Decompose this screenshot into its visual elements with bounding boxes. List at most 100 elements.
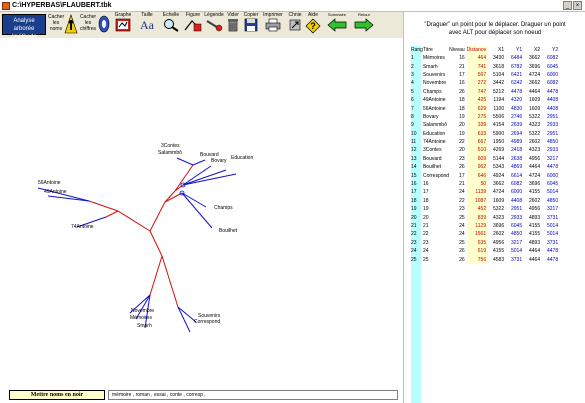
graph-button[interactable]: Graphe — [112, 12, 134, 32]
leaf-label-salammbo[interactable]: Salammbô — [158, 150, 182, 156]
cell-x2: 4956 — [529, 206, 541, 213]
table-row[interactable]: 14 Bouilhet 26 962 5343 4869 4464 4478 — [411, 163, 560, 172]
leaf-edges — [37, 157, 237, 333]
table-row[interactable]: 12 3Contes 20 510 4269 2418 4323 2933 — [411, 146, 560, 155]
hide-names-label: Cacher les noms — [48, 14, 65, 32]
back-button[interactable]: Retour — [352, 12, 376, 32]
analyse-method-button[interactable]: Analyse arborée (méthode Luong) — [2, 14, 46, 48]
leaf-edge[interactable] — [47, 195, 90, 202]
leaf-label-bouilhet[interactable]: Bouilhet — [219, 228, 238, 234]
leaf-label-champs[interactable]: Champs — [214, 205, 233, 211]
internal-edge[interactable] — [164, 192, 183, 203]
cell-x2: 4464 — [529, 248, 541, 255]
leaf-label-74antoine[interactable]: 74Antoine — [71, 224, 94, 230]
leaf-label-56antoine[interactable]: 56Antoine — [38, 180, 61, 186]
table-row[interactable]: 19 19 23 452 5322 2951 4956 3217 — [411, 205, 560, 214]
leaf-edge[interactable] — [177, 306, 191, 333]
graph-icon — [115, 18, 131, 32]
cell-y2: 6045 — [547, 63, 559, 70]
cell-title: 3Contes — [422, 147, 442, 154]
hide-numbers-button[interactable]: Cacher les chiffres — [78, 14, 98, 32]
clear-button[interactable]: Vider — [225, 12, 241, 32]
leaf-label-education[interactable]: Education — [231, 155, 253, 161]
internal-edge[interactable] — [88, 200, 119, 212]
genre-status-field[interactable]: mémoire , roman , essai , conte , corres… — [108, 390, 398, 400]
data-table-container[interactable]: Rang Titre Niveau Distance X1 Y1 X2 Y2 1 Mémoire… — [411, 46, 585, 403]
internal-edge[interactable] — [117, 210, 151, 232]
table-row[interactable]: 16 16 21 50 3662 6082 3696 6045 — [411, 179, 560, 189]
cell-distance: 619 — [466, 246, 489, 256]
table-row[interactable]: 17 17 24 1139 4724 6000 4155 5014 — [411, 188, 560, 197]
table-row[interactable]: 6 49Antoine 18 425 1194 4320 1609 4408 — [411, 95, 560, 105]
table-row[interactable]: 9 Salammbô 20 339 4154 2639 4323 2933 — [411, 121, 560, 130]
figure-button[interactable]: Figure — [183, 12, 203, 32]
table-row[interactable]: 23 23 25 635 4956 3217 4893 3731 — [411, 238, 560, 247]
table-row[interactable]: 20 20 25 839 4323 2933 4893 3731 — [411, 213, 560, 222]
copy-button[interactable]: Copier — [241, 12, 261, 32]
table-row[interactable]: 5 Champs 26 747 5212 4478 4464 4478 — [411, 87, 560, 96]
chnie-button[interactable]: Chnie — [286, 12, 304, 32]
cell-level: 26 — [459, 164, 465, 171]
cell-distance: 629 — [466, 104, 489, 113]
leaf-label-3contes[interactable]: 3Contes — [161, 143, 180, 149]
table-row[interactable]: 8 Bovary 19 275 5506 2746 5322 2951 — [411, 112, 560, 122]
black-names-button[interactable]: Mettre noms en noir — [9, 390, 105, 400]
internal-edge[interactable] — [161, 255, 179, 308]
leaf-label-memoires[interactable]: Mémoires — [130, 315, 152, 321]
cell-title: 19 — [422, 206, 429, 213]
leaf-label-smarh[interactable]: Smarh — [137, 323, 152, 329]
cell-title: 24 — [422, 248, 429, 255]
table-row[interactable]: 24 24 26 619 4155 5014 4464 4478 — [411, 246, 560, 256]
tree-canvas[interactable]: 3Contes Salammbô Bouvard Bovary Educatio… — [0, 38, 403, 384]
print-button[interactable]: Imprimer — [261, 12, 285, 32]
tree-diagram[interactable]: 3Contes Salammbô Bouvard Bovary Educatio… — [0, 38, 403, 384]
table-row[interactable]: 18 18 22 1087 1609 4408 2602 4850 — [411, 196, 560, 206]
close-button[interactable]: × — [573, 1, 582, 10]
leaf-edge[interactable] — [181, 192, 207, 208]
cell-distance: 741 — [466, 62, 489, 71]
cell-x2: 3662 — [529, 80, 541, 87]
leaf-edge[interactable] — [176, 157, 194, 166]
size-button[interactable]: Taille Aa — [136, 12, 158, 32]
internal-edge[interactable] — [149, 230, 163, 257]
leaf-label-correspond[interactable]: Correspond — [194, 319, 220, 325]
scale-button[interactable]: Echelle — [160, 12, 182, 32]
table-row[interactable]: 13 Bouvard 23 609 5144 2638 4956 3217 — [411, 154, 560, 164]
leaf-edge[interactable] — [192, 159, 206, 166]
legend-button[interactable]: Légende — [203, 12, 225, 32]
cell-x2: 3696 — [529, 63, 541, 70]
cell-distance: 1139 — [466, 188, 489, 197]
leaf-label-49antoine[interactable]: 49Antoine — [44, 189, 67, 195]
cell-y2: 4850 — [547, 139, 559, 146]
table-row[interactable]: 21 21 24 1129 3696 6045 4155 5014 — [411, 221, 560, 231]
table-row[interactable]: 1 Mémoires 16 464 3430 6484 3662 6082 — [411, 54, 560, 63]
leaf-label-bovary[interactable]: Bovary — [211, 158, 227, 164]
hide-names-button[interactable]: Cacher les noms — [48, 14, 64, 32]
cell-y2: 5014 — [547, 189, 559, 196]
leaf-edge[interactable] — [181, 192, 213, 229]
table-row[interactable]: 10 Education 19 633 5900 2694 5322 2951 — [411, 129, 560, 138]
table-row[interactable]: 3 Souvenirs 17 567 5104 6421 4724 6000 — [411, 70, 560, 80]
table-row[interactable]: 2 Smarh 21 741 3618 6782 3696 6045 — [411, 62, 560, 71]
table-row[interactable]: 25 25 26 756 4583 3731 4464 4478 — [411, 255, 560, 264]
table-row[interactable]: 22 22 24 1561 2602 4850 4155 5014 — [411, 230, 560, 239]
table-row[interactable]: 11 74Antoine 22 667 1950 4989 2602 4850 — [411, 137, 560, 147]
cell-x1: 3696 — [493, 223, 505, 229]
internal-edge[interactable] — [164, 190, 176, 203]
cell-y1: 4850 — [511, 231, 523, 238]
help-button[interactable]: Aide ? — [304, 12, 322, 34]
cell-title: Bouilhet — [422, 164, 442, 171]
internal-edges — [88, 164, 194, 308]
internal-edge[interactable] — [149, 255, 163, 296]
summary-button[interactable]: Sommaire — [324, 12, 350, 32]
leaf-label-novembre[interactable]: Novembre — [131, 308, 154, 314]
internal-edge[interactable] — [149, 201, 166, 232]
cell-title: 17 — [422, 189, 429, 196]
cell-distance: 747 — [466, 87, 489, 96]
cell-level: 22 — [459, 197, 465, 204]
internal-edge[interactable] — [105, 210, 119, 218]
table-row[interactable]: 15 Correspond 17 646 4924 6614 4724 6000 — [411, 171, 560, 180]
table-row[interactable]: 4 Novembre 16 272 3442 6242 3662 6082 — [411, 79, 560, 88]
table-row[interactable]: 7 56Antoine 18 629 1100 4830 1609 4408 — [411, 104, 560, 113]
minimize-button[interactable]: _ — [563, 1, 572, 10]
